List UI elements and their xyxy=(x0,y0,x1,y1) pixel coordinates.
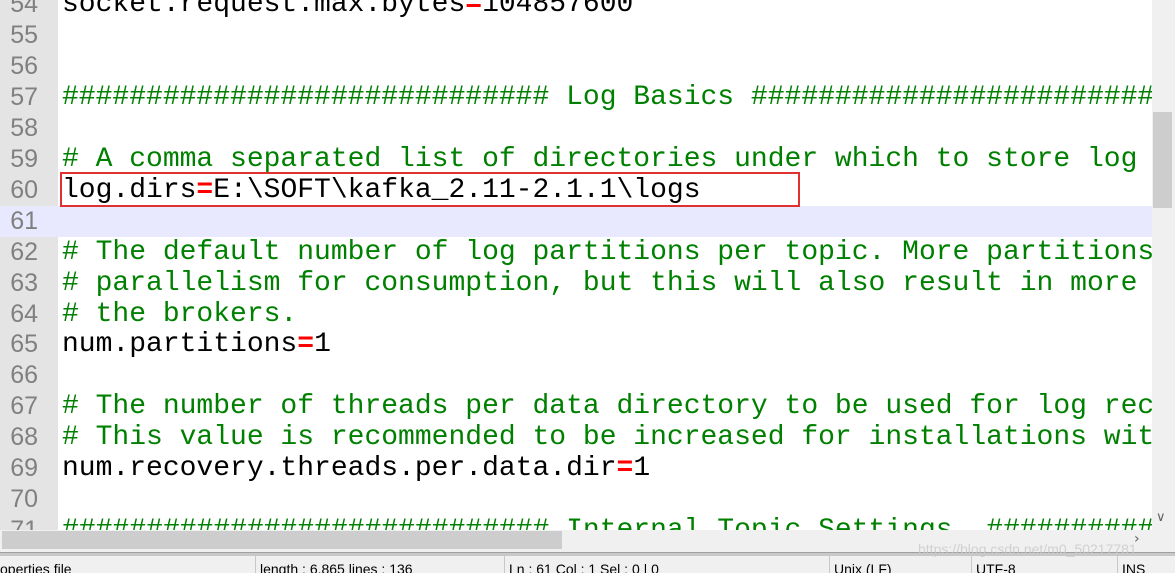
watermark: https://blog.csdn.net/m0_50217781 xyxy=(918,541,1137,557)
comment-text: ############################# Internal T… xyxy=(62,515,1152,530)
line-number: 62 xyxy=(10,237,38,266)
code-line[interactable]: 68 # This value is recommended to be incr… xyxy=(0,422,1152,453)
line-number: 57 xyxy=(10,82,38,111)
line-number: 70 xyxy=(10,485,38,514)
property-value: 104857600 xyxy=(482,0,634,20)
line-number: 61 xyxy=(10,206,38,235)
comment-text: ############################# Log Basics… xyxy=(62,81,1152,113)
line-code: ############################# Internal T… xyxy=(62,515,1152,530)
status-length-lines: length : 6,865 lines : 136 xyxy=(255,556,413,573)
status-bar: operties file length : 6,865 lines : 136… xyxy=(0,556,1175,573)
property-key: num.partitions xyxy=(62,329,298,361)
status-insert-mode: INS xyxy=(1117,556,1145,573)
comment-text: # the brokers. xyxy=(62,298,298,330)
vertical-scrollbar-thumb[interactable] xyxy=(1153,112,1172,208)
vertical-scrollbar[interactable]: ∨ xyxy=(1152,0,1175,530)
property-value: 1 xyxy=(314,329,331,361)
code-line[interactable]: 63 # parallelism for consumption, but thi… xyxy=(0,268,1152,299)
property-key: num.recovery.threads.per.data.dir xyxy=(62,453,617,485)
text-editor[interactable]: 54 socket.request.max.bytes=104857600 55 56… xyxy=(0,0,1152,530)
comment-text: # A comma separated list of directories … xyxy=(62,143,1152,175)
scroll-down-arrow-icon[interactable]: ∨ xyxy=(1156,510,1166,525)
line-number: 54 xyxy=(10,0,38,18)
status-encoding[interactable]: UTF-8 xyxy=(971,556,1016,573)
line-number: 60 xyxy=(10,175,38,204)
line-code: # the brokers. xyxy=(62,299,297,330)
line-code: # A comma separated list of directories … xyxy=(62,144,1152,175)
property-value: 1 xyxy=(633,453,651,485)
line-number: 63 xyxy=(10,268,38,297)
comment-text: # This value is recommended to be increa… xyxy=(62,422,1152,454)
property-key: socket.request.max.bytes xyxy=(62,0,466,20)
operator: = xyxy=(465,0,483,20)
code-line[interactable]: 62 # The default number of log partitions… xyxy=(0,237,1152,268)
line-number: 64 xyxy=(10,299,38,328)
operator: = xyxy=(297,329,315,361)
line-code: num.recovery.threads.per.data.dir=1 xyxy=(62,453,650,484)
line-number: 65 xyxy=(10,330,38,359)
line-code: # The number of threads per data directo… xyxy=(62,391,1152,422)
line-number: 56 xyxy=(10,51,38,80)
line-code: # The default number of log partitions p… xyxy=(62,237,1152,268)
code-line[interactable]: 59 # A comma separated list of directorie… xyxy=(0,144,1152,175)
code-line[interactable]: 64 # the brokers. xyxy=(0,299,1152,330)
line-number: 69 xyxy=(10,454,38,483)
code-line[interactable]: 58 xyxy=(0,113,1152,144)
code-line[interactable]: 69 num.recovery.threads.per.data.dir=1 xyxy=(0,453,1152,484)
code-line[interactable]: 67 # The number of threads per data direc… xyxy=(0,391,1152,422)
status-position: Ln : 61 Col : 1 Sel : 0 | 0 xyxy=(504,556,659,573)
line-number: 55 xyxy=(10,20,38,49)
code-line[interactable]: 56 xyxy=(0,51,1152,82)
code-line[interactable]: 55 xyxy=(0,20,1152,51)
line-code: ############################# Log Basics… xyxy=(62,82,1152,113)
comment-text: # parallelism for consumption, but this … xyxy=(62,267,1138,299)
code-line[interactable]: 61 xyxy=(0,205,1152,237)
status-eol[interactable]: Unix (LF) xyxy=(829,556,892,573)
status-file-type: operties file xyxy=(0,561,72,573)
operator: = xyxy=(616,453,634,485)
code-line[interactable]: 65 num.partitions=1 xyxy=(0,329,1152,360)
line-number: 59 xyxy=(10,144,38,173)
line-code: num.partitions=1 xyxy=(62,329,331,360)
code-line[interactable]: 71 ############################# Internal… xyxy=(0,515,1152,530)
line-code: # This value is recommended to be increa… xyxy=(62,422,1152,453)
annotation-highlight-box xyxy=(60,172,800,207)
comment-text: # The number of threads per data directo… xyxy=(62,391,1152,423)
line-number: 66 xyxy=(10,361,38,390)
code-line[interactable]: 57 ############################# Log Basi… xyxy=(0,82,1152,113)
line-number: 71 xyxy=(0,515,38,530)
comment-text: # The default number of log partitions p… xyxy=(62,236,1152,268)
line-code: # parallelism for consumption, but this … xyxy=(62,268,1152,299)
line-number: 68 xyxy=(10,423,38,452)
line-number: 67 xyxy=(10,392,38,421)
code-line[interactable]: 66 xyxy=(0,360,1152,391)
line-number: 58 xyxy=(10,113,38,142)
line-code: socket.request.max.bytes=104857600 xyxy=(62,0,633,20)
code-line[interactable]: 70 xyxy=(0,484,1152,515)
code-line[interactable]: 54 socket.request.max.bytes=104857600 xyxy=(0,0,1152,20)
horizontal-scrollbar-thumb[interactable] xyxy=(2,531,562,549)
